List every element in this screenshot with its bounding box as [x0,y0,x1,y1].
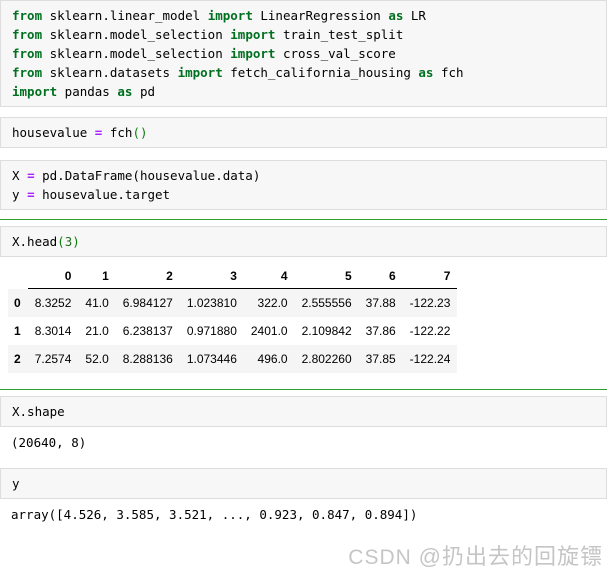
dataframe-cell: 52.0 [78,345,116,373]
dataframe-cell: 8.3252 [27,288,79,317]
dataframe-cell: 496.0 [243,345,295,373]
dataframe-cell: 1.023810 [179,288,244,317]
dataframe-cell: 6.984127 [115,288,180,317]
code-input-y[interactable]: y [0,468,607,499]
code-token-op: = [27,187,35,202]
notebook-cell-imports: from sklearn.linear_model import LinearR… [0,0,607,107]
notebook-cell-x-shape: X.shape (20640, 8) [0,396,607,458]
dataframe-cell: 2401.0 [243,317,295,345]
dataframe-head: 01234567 [8,267,458,289]
notebook-cell-build-xy: X = pd.DataFrame(housevalue.data) y = ho… [0,160,607,210]
dataframe-row-index: 2 [8,345,28,373]
dataframe-cell: 6.238137 [115,317,180,345]
table-row: 0 8.3252 41.0 6.984127 1.023810 322.0 2.555556… [8,288,458,317]
dataframe-column-header: 6 [358,267,403,289]
dataframe-cell: 21.0 [78,317,116,345]
notebook-cell-y: y array([4.526, 3.585, 3.521, ..., 0.923… [0,468,607,530]
dataframe-cell: -122.23 [402,288,458,317]
dataframe-cell: 8.3014 [27,317,79,345]
code-token-k: from [12,27,43,42]
code-input-x-head[interactable]: X.head(3) [0,226,607,257]
code-token-k: as [418,65,434,80]
code-token-k: import [12,84,58,99]
dataframe-cell: 2.109842 [294,317,359,345]
notebook-cell-x-head: X.head(3) 01234567 0 8.3252 41.0 6.984127 1.… [0,226,607,381]
dataframe-cell: 41.0 [78,288,116,317]
dataframe-column-header: 5 [294,267,359,289]
dataframe-table: 01234567 0 8.3252 41.0 6.984127 1.023810 322.… [8,267,458,373]
dataframe-column-header: 2 [115,267,180,289]
dataframe-column-header: 1 [78,267,116,289]
dataframe-cell: -122.22 [402,317,458,345]
dataframe-column-header: 4 [243,267,295,289]
dataframe-body: 0 8.3252 41.0 6.984127 1.023810 322.0 2.555556… [8,288,458,373]
dataframe-column-header: 7 [402,267,458,289]
dataframe-cell: 2.802260 [294,345,359,373]
code-token-k: import [207,8,253,23]
table-row: 1 8.3014 21.0 6.238137 0.971880 2401.0 2.10984… [8,317,458,345]
code-token-k: as [388,8,404,23]
code-input-x-shape[interactable]: X.shape [0,396,607,427]
watermark-brand: CSDN [348,546,412,569]
code-token-op: = [94,125,103,140]
code-token-k: from [12,8,43,23]
dataframe-output: 01234567 0 8.3252 41.0 6.984127 1.023810 322.… [0,257,607,381]
dataframe-header-row: 01234567 [8,267,458,289]
dataframe-cell: 0.971880 [179,317,244,345]
watermark-handle: @扔出去的回旋镖 [418,544,603,569]
notebook-cell-load-dataset: housevalue = fch() [0,117,607,148]
dataframe-column-header: 0 [27,267,79,289]
dataframe-column-header: 3 [179,267,244,289]
code-token-k: import [230,46,276,61]
code-token-k: as [117,84,133,99]
code-input-build-xy[interactable]: X = pd.DataFrame(housevalue.data) y = ho… [0,160,607,210]
dataframe-cell: 7.2574 [27,345,79,373]
dataframe-cell: 37.88 [358,288,403,317]
code-token-k: from [12,65,43,80]
table-row: 2 7.2574 52.0 8.288136 1.073446 496.0 2.802260… [8,345,458,373]
code-token-p: ) [72,234,80,249]
code-token-k: from [12,46,43,61]
dataframe-cell: 37.86 [358,317,403,345]
notebook-page: from sklearn.linear_model import LinearR… [0,0,607,575]
code-input-load-dataset[interactable]: housevalue = fch() [0,117,607,148]
code-token-p: ( [57,234,65,249]
shape-output: (20640, 8) [11,435,87,450]
dataframe-cell: 322.0 [243,288,295,317]
dataframe-row-index: 1 [8,317,28,345]
csdn-watermark: CSDN @扔出去的回旋镖 [348,539,603,571]
dataframe-cell: 37.85 [358,345,403,373]
code-token-k: import [177,65,223,80]
dataframe-cell: 2.555556 [294,288,359,317]
dataframe-corner-cell [8,267,28,289]
code-input-imports[interactable]: from sklearn.linear_model import LinearR… [0,0,607,107]
code-token-k: import [230,27,276,42]
code-token-p: () [132,125,148,140]
array-output: array([4.526, 3.585, 3.521, ..., 0.923, … [11,507,418,522]
code-token-op: = [27,168,35,183]
dataframe-row-index: 0 [8,288,28,317]
dataframe-cell: -122.24 [402,345,458,373]
dataframe-cell: 8.288136 [115,345,180,373]
dataframe-cell: 1.073446 [179,345,244,373]
